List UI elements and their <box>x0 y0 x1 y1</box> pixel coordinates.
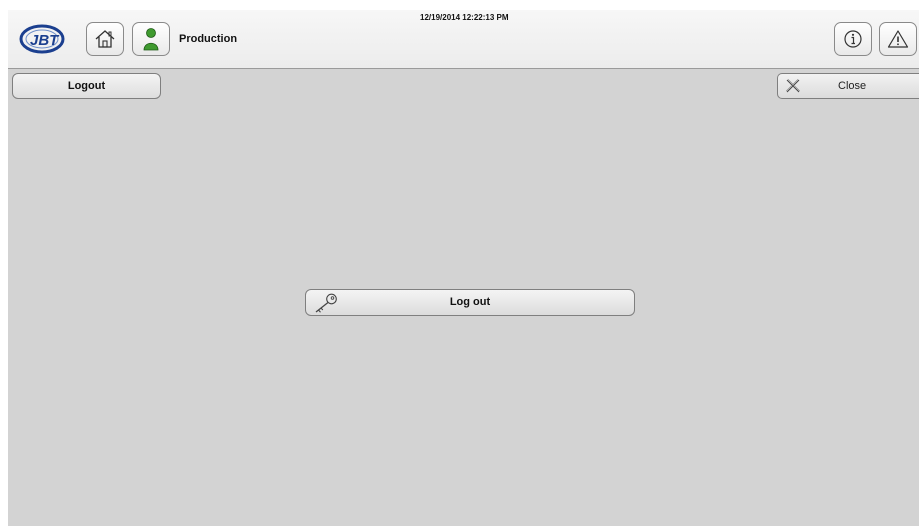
home-icon <box>95 30 115 48</box>
jbt-logo: JBT <box>19 24 65 54</box>
log-out-button[interactable]: Log out <box>305 289 635 316</box>
hmi-screen: JBT Production 12/19/2014 12:22:13 PM Lo… <box>8 10 919 526</box>
header-bar: JBT Production 12/19/2014 12:22:13 PM <box>8 10 919 69</box>
close-icon <box>785 78 801 93</box>
close-button[interactable]: Close <box>777 73 919 99</box>
user-icon <box>143 28 159 51</box>
user-label: Production <box>179 33 238 45</box>
svg-text:JBT: JBT <box>30 32 60 49</box>
info-icon <box>844 30 862 48</box>
close-label: Close <box>838 80 867 92</box>
alarm-button[interactable] <box>879 22 917 56</box>
datetime-display: 12/19/2014 12:22:13 PM <box>420 13 509 22</box>
user-button[interactable] <box>132 22 170 56</box>
log-out-label: Log out <box>449 296 491 308</box>
info-button[interactable] <box>834 22 872 56</box>
logout-tab[interactable]: Logout <box>12 73 161 99</box>
warning-icon <box>887 30 909 48</box>
home-button[interactable] <box>86 22 124 56</box>
